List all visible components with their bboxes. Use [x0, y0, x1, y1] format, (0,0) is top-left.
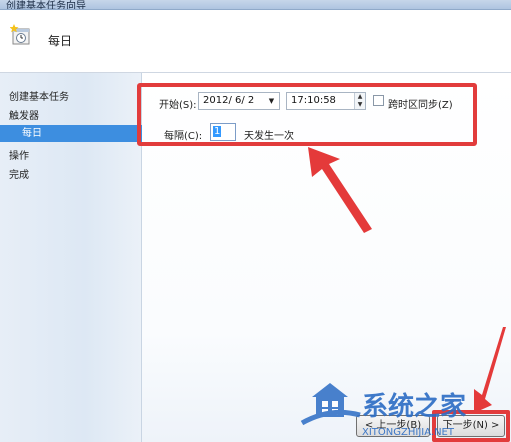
step-create-basic-task[interactable]: 创建基本任务: [9, 88, 69, 103]
start-time-value: 17:10:58: [291, 95, 336, 106]
back-button[interactable]: < 上一步(B): [356, 415, 430, 437]
step-finish[interactable]: 完成: [9, 166, 29, 181]
interval-label: 每隔(C):: [164, 131, 203, 142]
next-button[interactable]: 下一步(N) >: [437, 415, 505, 437]
wizard-header: 每日: [0, 10, 511, 72]
clock-task-icon: [10, 24, 30, 45]
interval-suffix: 天发生一次: [244, 131, 294, 142]
step-daily[interactable]: 每日: [0, 125, 142, 142]
spin-up-icon[interactable]: ▲: [355, 93, 365, 101]
step-trigger[interactable]: 触发器: [9, 107, 39, 122]
interval-value: 1: [213, 126, 222, 137]
sync-timezone-checkbox[interactable]: [373, 95, 384, 106]
sync-timezone-label: 跨时区同步(Z): [388, 100, 453, 111]
chevron-down-icon[interactable]: ▼: [265, 94, 278, 108]
spin-down-icon[interactable]: ▼: [355, 101, 365, 109]
start-date-picker[interactable]: 2012/ 6/ 2 ▼: [198, 92, 280, 110]
interval-input[interactable]: 1: [210, 123, 236, 141]
start-date-value: 2012/ 6/ 2: [203, 95, 255, 106]
window-title: 创建基本任务向导: [6, 1, 86, 10]
page-title: 每日: [48, 34, 73, 48]
steps-pane: 创建基本任务 触发器 每日 操作 完成: [0, 73, 142, 442]
time-spinner[interactable]: ▲ ▼: [354, 93, 365, 109]
title-bar: 创建基本任务向导: [0, 0, 511, 10]
start-time-input[interactable]: 17:10:58 ▲ ▼: [286, 92, 366, 110]
start-label: 开始(S):: [159, 100, 197, 111]
step-action[interactable]: 操作: [9, 147, 29, 162]
